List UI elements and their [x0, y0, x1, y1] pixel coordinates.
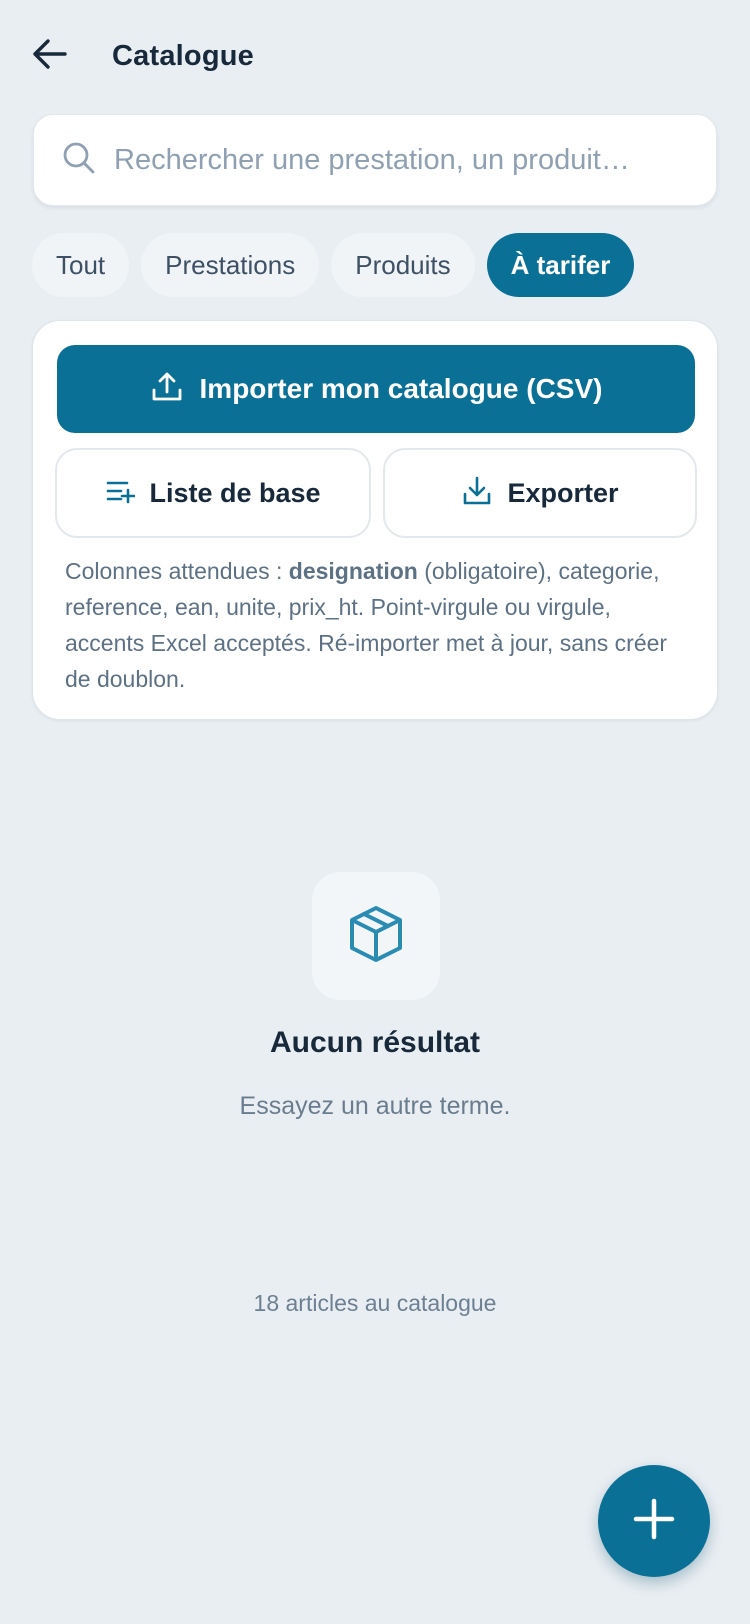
header: Catalogue	[32, 28, 718, 84]
filter-chips: Tout Prestations Produits À tarifer	[32, 233, 635, 297]
base-list-label: Liste de base	[149, 477, 321, 508]
search-bar[interactable]	[33, 114, 717, 206]
filter-chip-prestations[interactable]: Prestations	[141, 233, 320, 297]
import-csv-label: Importer mon catalogue (CSV)	[199, 373, 603, 404]
empty-state-icon-box	[312, 872, 440, 1000]
upload-icon	[150, 370, 184, 409]
catalogue-screen: Catalogue Tout Prestations Produits À ta…	[0, 0, 750, 1624]
filter-chip-a-tarifer[interactable]: À tarifer	[486, 233, 635, 297]
csv-help-text: Colonnes attendues : designation (obliga…	[65, 553, 695, 697]
help-prefix: Colonnes attendues :	[65, 558, 289, 584]
catalogue-count: 18 articles au catalogue	[253, 1290, 497, 1316]
filter-chip-produits[interactable]: Produits	[331, 233, 475, 297]
plus-icon	[632, 1497, 676, 1546]
import-card: Importer mon catalogue (CSV) Liste de ba…	[32, 320, 718, 720]
help-required-column: designation	[288, 558, 418, 584]
arrow-left-icon	[32, 38, 68, 75]
export-label: Exporter	[507, 477, 619, 508]
search-icon	[62, 141, 96, 180]
back-button[interactable]	[32, 28, 80, 84]
list-add-icon	[105, 476, 136, 511]
empty-state-title: Aucun résultat	[269, 1026, 481, 1059]
page-title: Catalogue	[112, 39, 254, 72]
add-item-fab[interactable]	[598, 1465, 710, 1577]
search-input[interactable]	[114, 143, 674, 177]
filter-chip-tout[interactable]: Tout	[32, 233, 130, 297]
empty-state-subtitle: Essayez un autre terme.	[239, 1092, 511, 1120]
package-icon	[347, 904, 405, 969]
export-button[interactable]: Exporter	[383, 448, 697, 538]
download-icon	[461, 475, 493, 512]
import-csv-button[interactable]: Importer mon catalogue (CSV)	[57, 345, 695, 433]
base-list-button[interactable]: Liste de base	[55, 448, 371, 538]
